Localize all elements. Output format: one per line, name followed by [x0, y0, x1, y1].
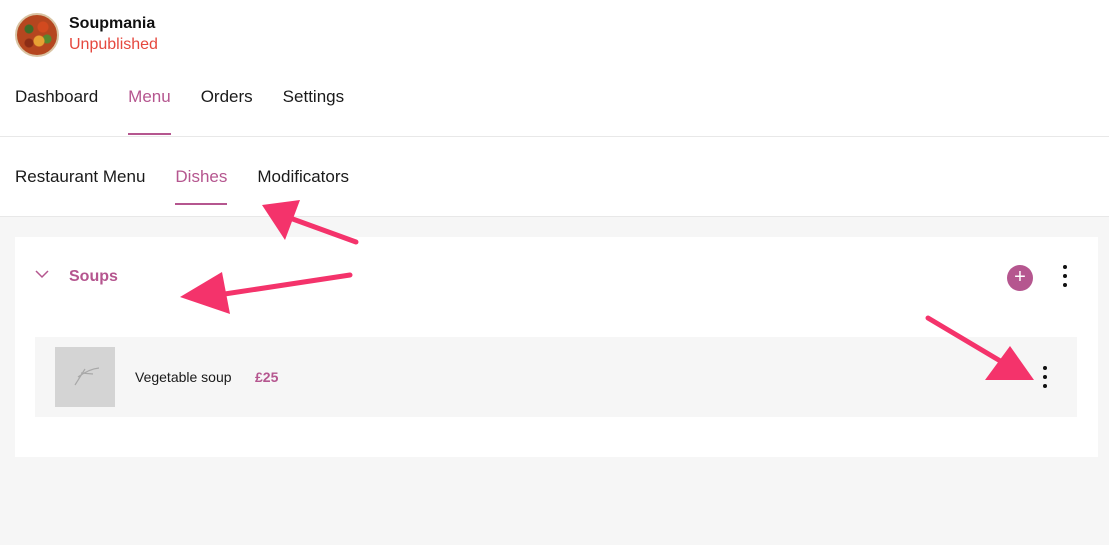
restaurant-name: Soupmania — [69, 15, 156, 32]
more-vertical-icon — [1043, 366, 1047, 370]
sub-nav: Restaurant Menu Dishes Modificators — [15, 167, 349, 205]
dish-more-button[interactable] — [1040, 366, 1050, 388]
tab-menu[interactable]: Menu — [128, 87, 171, 135]
restaurant-avatar[interactable] — [15, 13, 59, 57]
add-dish-button[interactable]: + — [1007, 265, 1033, 291]
plus-icon: + — [1014, 266, 1026, 288]
sub-nav-bar: Restaurant Menu Dishes Modificators — [0, 137, 1109, 217]
subtab-restaurant-menu[interactable]: Restaurant Menu — [15, 167, 145, 187]
category-card: Soups + Vegetable soup £25 — [15, 237, 1098, 457]
publish-status: Unpublished — [69, 36, 158, 53]
chevron-down-icon[interactable] — [35, 267, 49, 281]
tab-dashboard[interactable]: Dashboard — [15, 87, 98, 117]
dish-price: £25 — [255, 369, 279, 385]
category-title[interactable]: Soups — [69, 268, 118, 286]
page: Soupmania Unpublished Dashboard Menu Ord… — [0, 0, 1109, 545]
subtab-modificators[interactable]: Modificators — [257, 167, 349, 187]
main-nav: Dashboard Menu Orders Settings — [15, 87, 344, 135]
category-more-button[interactable] — [1060, 265, 1070, 287]
dish-row[interactable]: Vegetable soup £25 — [35, 337, 1077, 417]
dish-name: Vegetable soup — [135, 369, 232, 385]
subtab-dishes[interactable]: Dishes — [175, 167, 227, 205]
tab-settings[interactable]: Settings — [283, 87, 344, 117]
tab-orders[interactable]: Orders — [201, 87, 253, 117]
image-placeholder-icon — [74, 367, 100, 386]
more-vertical-icon — [1063, 265, 1067, 269]
dish-thumbnail — [55, 347, 115, 407]
app-header: Soupmania Unpublished Dashboard Menu Ord… — [0, 0, 1109, 137]
